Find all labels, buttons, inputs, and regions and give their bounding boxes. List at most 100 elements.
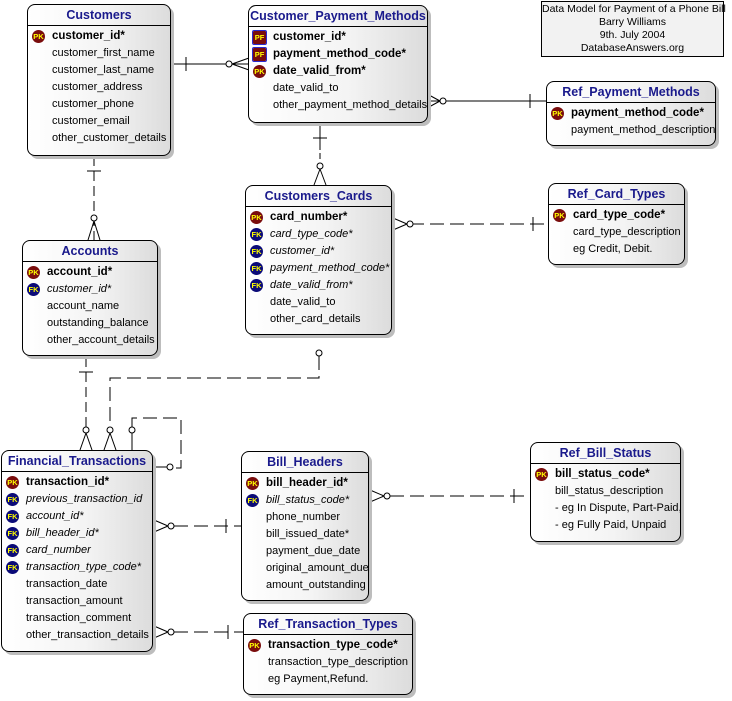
- attribute-row[interactable]: customer_first_name: [28, 45, 170, 62]
- attribute-row[interactable]: eg Credit, Debit.: [549, 241, 684, 258]
- attribute-name: customer_first_name: [52, 47, 155, 59]
- attribute-row[interactable]: customer_last_name: [28, 62, 170, 79]
- attribute-row[interactable]: PK transaction_id*: [2, 474, 152, 491]
- primary-foreign-key-icon: PF: [252, 30, 267, 45]
- entity-ref-card-types[interactable]: Ref_Card_Types PK card_type_code* card_type…: [548, 183, 685, 265]
- attribute-name: payment_due_date: [266, 545, 361, 557]
- entity-ref-payment-methods[interactable]: Ref_Payment_Methods PK payment_method_code…: [546, 81, 716, 146]
- attribute-name: bill_status_code*: [266, 494, 350, 506]
- rel-accounts-transactions: [79, 357, 93, 451]
- attribute-row[interactable]: PF customer_id*: [249, 29, 427, 46]
- attribute-name: other_transaction_details: [26, 629, 149, 641]
- attribute-row[interactable]: bill_issued_date*: [242, 526, 368, 543]
- attribute-row[interactable]: FK payment_method_code*: [246, 260, 391, 277]
- attribute-row[interactable]: transaction_comment: [2, 610, 152, 627]
- attribute-row[interactable]: FK transaction_type_code*: [2, 559, 152, 576]
- attribute-row[interactable]: transaction_amount: [2, 593, 152, 610]
- foreign-key-icon: FK: [250, 262, 263, 275]
- entity-bill-headers[interactable]: Bill_Headers PK bill_header_id* FK bill_stat…: [241, 451, 369, 601]
- attribute-name: payment_method_code*: [270, 262, 390, 274]
- primary-key-icon: PK: [32, 30, 45, 43]
- attribute-row[interactable]: date_valid_to: [249, 80, 427, 97]
- attribute-row[interactable]: card_type_description: [549, 224, 684, 241]
- attribute-name: - eg In Dispute, Part-Paid,: [555, 502, 682, 514]
- entity-financial-transactions[interactable]: Financial_Transactions PK transaction_id* F…: [1, 450, 153, 652]
- attribute-name: payment_method_code*: [273, 48, 406, 60]
- attribute-row[interactable]: PK payment_method_code*: [547, 105, 715, 122]
- attribute-row[interactable]: PF payment_method_code*: [249, 46, 427, 63]
- entity-title: Customers_Cards: [246, 186, 391, 207]
- attribute-row[interactable]: FK bill_header_id*: [2, 525, 152, 542]
- entity-title: Ref_Bill_Status: [531, 443, 680, 464]
- attribute-row[interactable]: PK bill_header_id*: [242, 475, 368, 492]
- entity-ref-transaction-types[interactable]: Ref_Transaction_Types PK transaction_type_…: [243, 613, 413, 695]
- primary-foreign-key-icon: PF: [252, 47, 267, 62]
- attribute-row[interactable]: other_transaction_details: [2, 627, 152, 644]
- entity-customer-payment-methods[interactable]: Customer_Payment_Methods PF customer_id* PF…: [248, 5, 428, 123]
- attribute-row[interactable]: transaction_date: [2, 576, 152, 593]
- attribute-row[interactable]: transaction_type_description: [244, 654, 412, 671]
- attribute-name: bill_header_id*: [266, 477, 348, 489]
- attribute-row[interactable]: PK card_number*: [246, 209, 391, 226]
- attribute-row[interactable]: other_payment_method_details: [249, 97, 427, 114]
- attribute-name: customer_address: [52, 81, 143, 93]
- primary-key-icon: PK: [246, 477, 259, 490]
- attribute-row[interactable]: - eg In Dispute, Part-Paid,: [531, 500, 682, 517]
- attribute-row[interactable]: - eg Fully Paid, Unpaid: [531, 517, 680, 534]
- attribute-row[interactable]: FK card_number: [2, 542, 152, 559]
- primary-key-icon: PK: [248, 639, 261, 652]
- attribute-row[interactable]: payment_method_description: [547, 122, 715, 139]
- attribute-row[interactable]: account_name: [23, 298, 157, 315]
- attribute-row[interactable]: FK customer_id*: [246, 243, 391, 260]
- attribute-name: payment_method_code*: [571, 107, 704, 119]
- attribute-row[interactable]: other_customer_details: [28, 130, 170, 147]
- attribute-row[interactable]: PK account_id*: [23, 264, 157, 281]
- foreign-key-icon: FK: [250, 279, 263, 292]
- attribute-name: other_payment_method_details: [273, 99, 428, 111]
- attribute-name: card_number: [26, 544, 91, 556]
- attribute-name: transaction_type_code*: [268, 639, 398, 651]
- attribute-row[interactable]: outstanding_balance: [23, 315, 157, 332]
- attribute-row[interactable]: eg Payment,Refund.: [244, 671, 412, 688]
- attribute-name: original_amount_due: [266, 562, 369, 574]
- attribute-row[interactable]: PK bill_status_code*: [531, 466, 680, 483]
- attribute-row[interactable]: FK previous_transaction_id: [2, 491, 152, 508]
- attribute-row[interactable]: FK card_type_code*: [246, 226, 391, 243]
- entity-title: Customer_Payment_Methods: [249, 6, 427, 27]
- entity-accounts[interactable]: Accounts PK account_id* FK customer_id* accou…: [22, 240, 158, 356]
- attribute-row[interactable]: amount_outstanding: [242, 577, 368, 594]
- attribute-row[interactable]: other_card_details: [246, 311, 391, 328]
- attribute-row[interactable]: phone_number: [242, 509, 368, 526]
- attribute-row[interactable]: FK customer_id*: [23, 281, 157, 298]
- attribute-name: eg Payment,Refund.: [268, 673, 369, 685]
- attribute-row[interactable]: date_valid_to: [246, 294, 391, 311]
- attribute-row[interactable]: PK transaction_type_code*: [244, 637, 412, 654]
- entity-customers[interactable]: Customers PK customer_id* customer_first_na…: [27, 4, 171, 156]
- attribute-name: bill_status_code*: [555, 468, 650, 480]
- attribute-row[interactable]: customer_address: [28, 79, 170, 96]
- primary-key-icon: PK: [553, 209, 566, 222]
- entity-customers-cards[interactable]: Customers_Cards PK card_number* FK card_type…: [245, 185, 392, 335]
- entity-title: Customers: [28, 5, 170, 26]
- note-website: DatabaseAnswers.org: [580, 42, 685, 54]
- attribute-name: customer_id*: [47, 283, 112, 295]
- note-date: 9th. July 2004: [599, 29, 666, 41]
- attribute-row[interactable]: bill_status_description: [531, 483, 680, 500]
- attribute-name: date_valid_from*: [270, 279, 353, 291]
- attribute-row[interactable]: PK card_type_code*: [549, 207, 684, 224]
- attribute-row[interactable]: PK date_valid_from*: [249, 63, 427, 80]
- attribute-row[interactable]: payment_due_date: [242, 543, 368, 560]
- attribute-row[interactable]: other_account_details: [23, 332, 157, 349]
- attribute-row[interactable]: FK date_valid_from*: [246, 277, 391, 294]
- attribute-row[interactable]: original_amount_due: [242, 560, 369, 577]
- attribute-row[interactable]: customer_phone: [28, 96, 170, 113]
- attribute-name: previous_transaction_id: [26, 493, 143, 505]
- attribute-row[interactable]: PK customer_id*: [28, 28, 170, 45]
- primary-key-icon: PK: [535, 468, 548, 481]
- entity-title: Ref_Card_Types: [549, 184, 684, 205]
- attribute-row[interactable]: customer_email: [28, 113, 170, 130]
- attribute-row[interactable]: FK account_id*: [2, 508, 152, 525]
- attribute-row[interactable]: FK bill_status_code*: [242, 492, 368, 509]
- rel-cpm-cards: [313, 123, 327, 186]
- entity-ref-bill-status[interactable]: Ref_Bill_Status PK bill_status_code* bill_s…: [530, 442, 682, 542]
